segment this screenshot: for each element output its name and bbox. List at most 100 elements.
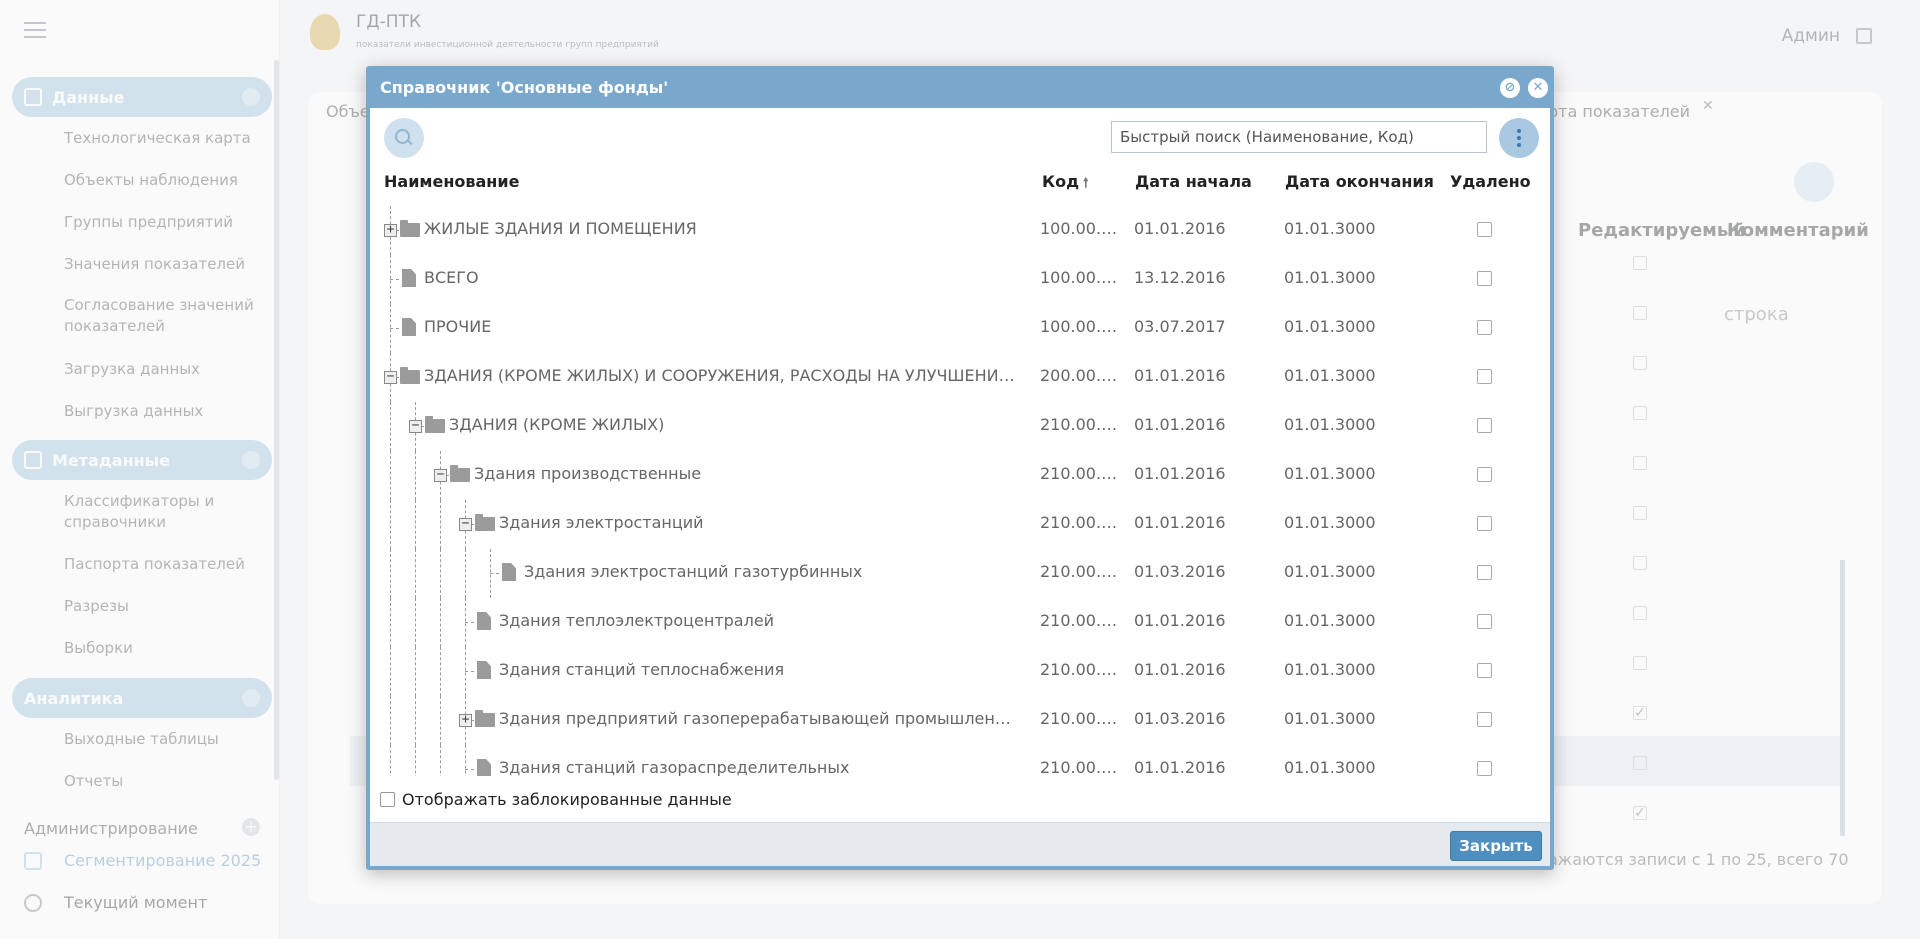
- tree-connector: [465, 622, 474, 623]
- folder-icon: [400, 367, 420, 384]
- tree-row[interactable]: − Здания производственные 210.00.10.00.00 0…: [370, 451, 1548, 500]
- close-icon[interactable]: ✕: [1528, 78, 1548, 98]
- row-start-date: 01.03.2016: [1134, 709, 1226, 728]
- dialog-titlebar[interactable]: Справочник 'Основные фонды' ⊘ ✕: [370, 66, 1550, 108]
- tree-row[interactable]: Здания станций газораспределительных 210.…: [370, 745, 1548, 776]
- row-deleted-checkbox[interactable]: [1477, 565, 1492, 580]
- column-code[interactable]: Код 🠕: [1042, 172, 1089, 196]
- tree-row[interactable]: Здания станций теплоснабжения 210.00.13.0…: [370, 647, 1548, 696]
- row-end-date: 01.01.3000: [1284, 758, 1376, 776]
- show-blocked-checkbox[interactable]: [380, 792, 395, 807]
- row-end-date: 01.01.3000: [1284, 611, 1376, 630]
- column-start-date[interactable]: Дата начала: [1135, 172, 1252, 191]
- row-end-date: 01.01.3000: [1284, 415, 1376, 434]
- collapse-icon[interactable]: −: [409, 419, 422, 433]
- row-start-date: 01.01.2016: [1134, 464, 1226, 483]
- tree-row[interactable]: Здания теплоэлектроцентралей 210.00.12.00…: [370, 598, 1548, 647]
- tree-row[interactable]: + Здания предприятий газоперерабатывающей…: [370, 696, 1548, 745]
- show-blocked-toggle[interactable]: Отображать заблокированные данные: [380, 790, 732, 809]
- row-deleted-checkbox[interactable]: [1477, 467, 1492, 482]
- quick-search-input[interactable]: [1111, 121, 1487, 153]
- row-deleted-checkbox[interactable]: [1477, 222, 1492, 237]
- row-name: Здания предприятий газоперерабатывающей …: [499, 709, 1020, 728]
- row-end-date: 01.01.3000: [1284, 464, 1376, 483]
- row-deleted-checkbox[interactable]: [1477, 663, 1492, 678]
- row-deleted-checkbox[interactable]: [1477, 271, 1492, 286]
- tree-row[interactable]: ПРОЧИЕ 100.00.30.00.00 03.07.2017 01.01.300…: [370, 304, 1548, 353]
- row-code: 210.00.11.00.00: [1040, 513, 1118, 532]
- row-start-date: 01.01.2016: [1134, 611, 1226, 630]
- tree-guide-line: [440, 549, 441, 598]
- tree-guide-line: [415, 451, 416, 500]
- row-name: Здания станций теплоснабжения: [499, 660, 785, 679]
- collapse-icon[interactable]: −: [459, 517, 472, 531]
- row-code: 210.00.15.00.00: [1040, 758, 1118, 776]
- tree-row[interactable]: − ЗДАНИЯ (КРОМЕ ЖИЛЫХ) И СООРУЖЕНИЯ, РАСХ…: [370, 353, 1548, 402]
- more-options-button[interactable]: [1499, 118, 1539, 158]
- row-end-date: 01.01.3000: [1284, 660, 1376, 679]
- row-name: Здания теплоэлектроцентралей: [499, 611, 775, 630]
- tree-guide-line: [390, 500, 391, 549]
- row-name: ПРОЧИЕ: [424, 317, 492, 336]
- tree-row[interactable]: ВСЕГО 100.00.20.00.00 13.12.2016 01.01.3000: [370, 255, 1548, 304]
- row-name: Здания электростанций: [499, 513, 704, 532]
- row-name: Здания станций газораспределительных: [499, 758, 850, 776]
- file-icon: [402, 318, 416, 336]
- column-name[interactable]: Наименование: [384, 172, 519, 191]
- search-button[interactable]: [384, 118, 424, 158]
- show-blocked-label: Отображать заблокированные данные: [402, 790, 732, 809]
- column-end-date[interactable]: Дата окончания: [1285, 172, 1434, 191]
- row-deleted-checkbox[interactable]: [1477, 369, 1492, 384]
- sort-asc-icon: 🠕: [1083, 176, 1089, 191]
- row-end-date: 01.01.3000: [1284, 317, 1376, 336]
- tree-row[interactable]: + ЖИЛЫЕ ЗДАНИЯ И ПОМЕЩЕНИЯ 100.00.10.00.00…: [370, 206, 1548, 255]
- row-end-date: 01.01.3000: [1284, 562, 1376, 581]
- row-deleted-checkbox[interactable]: [1477, 320, 1492, 335]
- collapse-icon[interactable]: −: [384, 370, 397, 384]
- tree-connector: [390, 279, 399, 280]
- tree-connector: [465, 769, 474, 770]
- tree-connector: [390, 328, 399, 329]
- row-start-date: 01.01.2016: [1134, 758, 1226, 776]
- tree-guide-line: [415, 696, 416, 745]
- tree-connector: [465, 671, 474, 672]
- tree-guide-line: [440, 696, 441, 745]
- file-icon: [477, 759, 491, 776]
- row-deleted-checkbox[interactable]: [1477, 761, 1492, 776]
- tree-guide-line: [440, 500, 441, 549]
- folder-icon: [400, 220, 420, 237]
- scrollbar-thumb[interactable]: [1550, 208, 1554, 308]
- close-button[interactable]: Закрыть: [1450, 831, 1542, 861]
- tree-guide-line: [390, 696, 391, 745]
- row-deleted-checkbox[interactable]: [1477, 614, 1492, 629]
- tree-guide-line: [415, 500, 416, 549]
- expand-icon[interactable]: +: [384, 223, 397, 237]
- tree-guide-line: [440, 647, 441, 696]
- tree-row[interactable]: − ЗДАНИЯ (КРОМЕ ЖИЛЫХ) 210.00.00.00.00 01.0…: [370, 402, 1548, 451]
- tree-guide-line: [465, 745, 466, 776]
- table-scrollbar[interactable]: [1550, 208, 1554, 778]
- row-deleted-checkbox[interactable]: [1477, 516, 1492, 531]
- tree-guide-line: [415, 549, 416, 598]
- minimize-icon[interactable]: ⊘: [1500, 78, 1520, 98]
- row-deleted-checkbox[interactable]: [1477, 418, 1492, 433]
- row-start-date: 03.07.2017: [1134, 317, 1226, 336]
- row-code: 100.00.20.00.00: [1040, 268, 1118, 287]
- row-name: ЗДАНИЯ (КРОМЕ ЖИЛЫХ): [449, 415, 665, 434]
- search-icon: [395, 129, 413, 147]
- table-header: Наименование Код 🠕 Дата начала Дата оконч…: [370, 162, 1550, 202]
- tree-row[interactable]: Здания электростанций газотурбинных 210.0…: [370, 549, 1548, 598]
- row-deleted-checkbox[interactable]: [1477, 712, 1492, 727]
- folder-icon: [475, 710, 495, 727]
- row-code: 210.00.00.00.00: [1040, 415, 1118, 434]
- tree-row[interactable]: − Здания электростанций 210.00.11.00.00 01.…: [370, 500, 1548, 549]
- tree-guide-line: [390, 598, 391, 647]
- row-start-date: 13.12.2016: [1134, 268, 1226, 287]
- expand-icon[interactable]: +: [459, 713, 472, 727]
- folder-icon: [425, 416, 445, 433]
- column-deleted[interactable]: Удалено: [1450, 172, 1531, 191]
- row-code: 210.00.13.00.00: [1040, 660, 1118, 679]
- collapse-icon[interactable]: −: [434, 468, 447, 482]
- reference-dialog: Справочник 'Основные фонды' ⊘ ✕ Наименов…: [366, 66, 1554, 870]
- row-start-date: 01.01.2016: [1134, 366, 1226, 385]
